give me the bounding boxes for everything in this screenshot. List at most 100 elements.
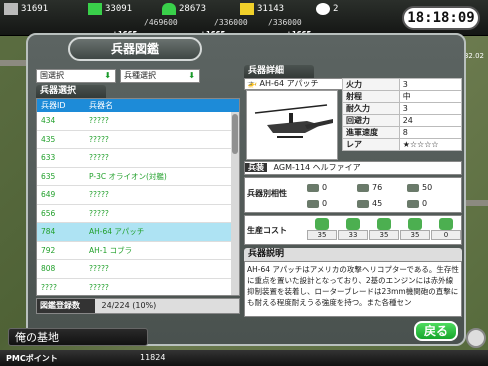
list-item[interactable]: 792 AH-1 コブラ bbox=[37, 242, 239, 260]
steel-icon bbox=[162, 2, 176, 15]
country-select-label: 国選択 bbox=[40, 71, 64, 80]
cost-label: 生産コスト bbox=[247, 226, 287, 235]
cost-item: 35 bbox=[307, 218, 337, 240]
aircraft-icon bbox=[307, 199, 319, 208]
type-select[interactable]: 兵種選択 ⬇ bbox=[120, 69, 200, 83]
compat-item: 0 bbox=[307, 180, 357, 196]
arrow-down-icon: ⬇ bbox=[104, 71, 111, 80]
bottom-bar: PMCポイント 11824 bbox=[0, 350, 488, 366]
resource-value: 2 bbox=[333, 4, 339, 14]
item-name: P-3C オライオン(対艦) bbox=[89, 171, 167, 181]
pmc-label: PMCポイント bbox=[6, 354, 58, 363]
fuel-icon bbox=[315, 218, 329, 230]
arrow-down-icon: ⬇ bbox=[188, 71, 195, 80]
resource-fuel: 33091 bbox=[88, 2, 132, 16]
compat-value: 0 bbox=[322, 199, 328, 208]
cost-value: 35 bbox=[307, 230, 337, 240]
list-item[interactable]: 435????? bbox=[37, 131, 239, 149]
weapon-name-box: 🚁 AH-64 アパッチ bbox=[244, 78, 344, 90]
weapon-detail-area: 兵器詳細 🚁 AH-64 アパッチ 火力 3 射程中耐久力 3 回避力 24 進軍速度 8 レア… bbox=[244, 65, 463, 317]
base-name-bar[interactable]: 俺の基地 bbox=[8, 328, 148, 346]
list-item[interactable]: 656????? bbox=[37, 205, 239, 223]
list-item[interactable]: 633????? bbox=[37, 149, 239, 168]
resource-cap: /469600 bbox=[144, 18, 178, 27]
list-item[interactable]: 784 AH-64 アパッチ bbox=[37, 223, 239, 242]
stats-table: 火力 3 射程中耐久力 3 回避力 24 進軍速度 8 レア ★☆☆☆☆ bbox=[342, 78, 463, 151]
resource-bar: 31691 33091 /469600 +1665 28673 /336000 … bbox=[0, 0, 488, 38]
list-item[interactable]: 808????? bbox=[37, 260, 239, 279]
stat-row: 射程中 bbox=[342, 90, 463, 103]
stat-key: 火力 bbox=[342, 78, 400, 91]
resource-value: 33091 bbox=[105, 4, 133, 14]
stat-row: レア ★☆☆☆☆ bbox=[342, 138, 463, 151]
resource-money: 31691 bbox=[4, 2, 48, 16]
col-id-header: 兵器ID bbox=[41, 101, 66, 110]
scroll-thumb[interactable] bbox=[232, 114, 238, 154]
ammo-icon bbox=[316, 2, 330, 15]
weapon-label: 兵装 bbox=[245, 163, 267, 172]
infantry-icon bbox=[307, 183, 319, 192]
user-id: 32.02 bbox=[463, 52, 484, 60]
pmc-value: 11824 bbox=[140, 353, 166, 362]
compat-item: 76 bbox=[357, 180, 407, 196]
ship-icon bbox=[407, 183, 419, 192]
list-item[interactable]: 635 P-3C オライオン(対艦) bbox=[37, 168, 239, 186]
cost-item: 35 bbox=[369, 218, 399, 240]
stat-key: 回避力 bbox=[342, 114, 400, 127]
compat-grid: 0 76 50 0 45 0 bbox=[307, 180, 461, 212]
back-button[interactable]: 戻る bbox=[414, 321, 458, 341]
settings-icon[interactable] bbox=[466, 328, 486, 348]
stat-row: 進軍速度 8 bbox=[342, 126, 463, 139]
stat-value: 24 bbox=[398, 114, 463, 127]
compat-label: 兵器別相性 bbox=[247, 189, 287, 198]
type-select-label: 兵種選択 bbox=[124, 71, 156, 80]
fuel-icon bbox=[88, 2, 102, 15]
stat-value: 8 bbox=[398, 126, 463, 139]
item-id: ???? bbox=[41, 282, 57, 292]
tank-icon bbox=[357, 183, 369, 192]
cost-item: 0 bbox=[431, 218, 461, 240]
list-item[interactable]: 649????? bbox=[37, 186, 239, 205]
list-scrollbar[interactable] bbox=[231, 112, 239, 295]
register-count: 図鑑登録数 24/224 (10%) bbox=[36, 298, 240, 314]
compat-value: 0 bbox=[322, 183, 328, 192]
resource-cap: /336000 bbox=[268, 18, 302, 27]
item-id: 635 bbox=[41, 171, 56, 181]
count-value: 24/224 (10%) bbox=[101, 301, 157, 310]
item-name: ????? bbox=[89, 264, 109, 273]
item-id: 656 bbox=[41, 208, 56, 218]
gold-icon bbox=[240, 2, 254, 15]
compat-value: 0 bbox=[422, 199, 428, 208]
cost-value: 33 bbox=[338, 230, 368, 240]
detail-section-header: 兵器詳細 bbox=[244, 65, 314, 78]
country-select[interactable]: 国選択 ⬇ bbox=[36, 69, 116, 83]
item-name: AH-1 コブラ bbox=[89, 245, 133, 255]
cost-value: 35 bbox=[369, 230, 399, 240]
missile-icon bbox=[407, 199, 419, 208]
resource-value: 28673 bbox=[179, 4, 207, 14]
item-name: ????? bbox=[89, 208, 109, 218]
item-id: 784 bbox=[41, 227, 56, 236]
item-id: 435 bbox=[41, 134, 56, 144]
resource-value: 31691 bbox=[21, 4, 49, 14]
resource-value: 31143 bbox=[257, 4, 285, 14]
stat-key: 進軍速度 bbox=[342, 126, 400, 139]
stat-key: レア bbox=[342, 138, 400, 151]
stat-row: 耐久力 3 bbox=[342, 102, 463, 115]
ammo-icon bbox=[408, 218, 422, 230]
desc-section-header: 兵器説明 bbox=[244, 248, 462, 261]
compat-value: 76 bbox=[372, 183, 383, 192]
item-name: ????? bbox=[89, 116, 109, 125]
list-item[interactable]: ????????? bbox=[37, 279, 239, 296]
compat-value: 50 bbox=[422, 183, 433, 192]
col-name-header: 兵器名 bbox=[89, 101, 113, 110]
weapon-list-area: 国選択 ⬇ 兵種選択 ⬇ 兵器選択 兵器ID 兵器名 434????? 435??… bbox=[36, 65, 242, 317]
list-section-header: 兵器選択 bbox=[36, 85, 106, 98]
list-item[interactable]: 434????? bbox=[37, 112, 239, 131]
item-id: 434 bbox=[41, 116, 56, 125]
stat-key: 耐久力 bbox=[342, 102, 400, 115]
compat-item: 0 bbox=[307, 196, 357, 212]
stat-value: 3 bbox=[398, 102, 463, 115]
cost-value: 35 bbox=[400, 230, 430, 240]
compat-item: 50 bbox=[407, 180, 457, 196]
